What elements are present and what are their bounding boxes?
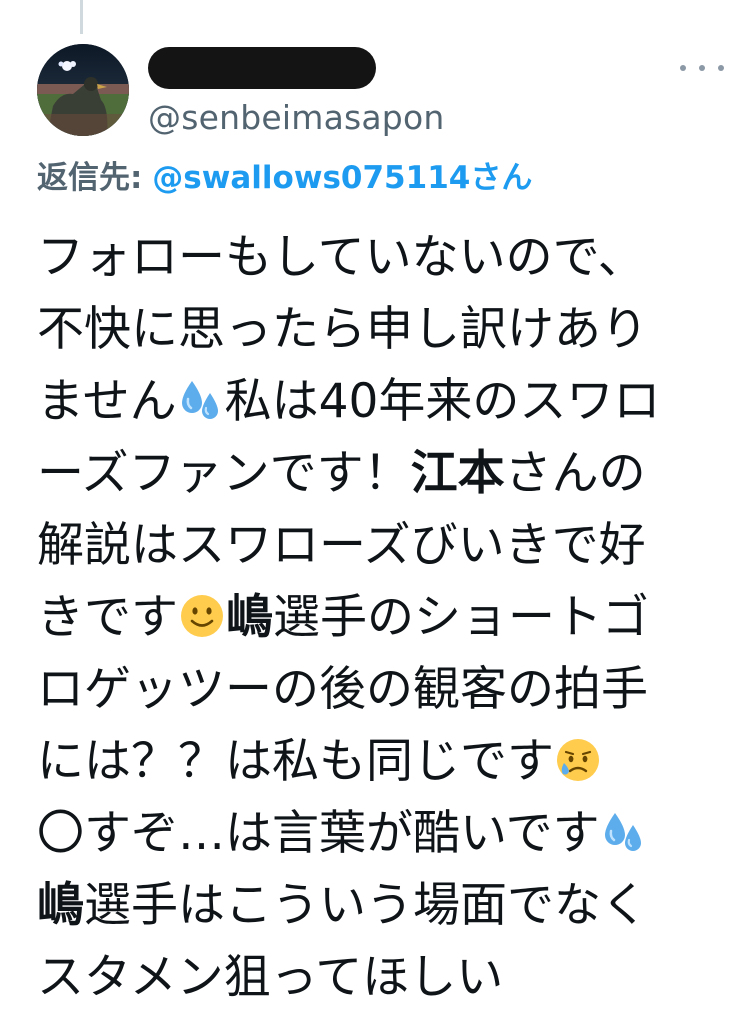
tweet-text-segment: きです (37, 590, 178, 645)
tweet-line: 〇すぞ…は言葉が酷いです (37, 798, 737, 870)
tweet-text-segment: 選手はこういう場面でなく (84, 878, 648, 933)
tweet-text-segment: スタメン狙ってほしい (37, 950, 504, 1005)
more-horizontal-icon[interactable] (680, 56, 724, 80)
avatar[interactable] (37, 44, 129, 136)
tweet-text-bold: 嶋 (37, 878, 84, 933)
tweet-text-segment: ーズファンです！ (37, 446, 411, 501)
tweet-text-segment: には？？は私も同じです (37, 734, 554, 789)
tweet-line: フォローもしていないので、 (37, 222, 737, 294)
tweet-line: には？？は私も同じです (37, 726, 737, 798)
tweet-line: ません 私は40年来のスワロ (37, 366, 737, 438)
more-dot (680, 65, 686, 71)
tweet-line: ーズファンです！江本さんの (37, 438, 737, 510)
tweet-line: スタメン狙ってほしい (37, 942, 737, 1014)
reply-to-mention-link[interactable]: @swallows075114さん (152, 160, 532, 196)
tweet-text-bold: 嶋 (226, 590, 273, 645)
tweet-text-segment: ロゲッツーの後の観客の拍手 (37, 662, 648, 717)
tweet-line: 解説はスワローズびいきで好 (37, 510, 737, 582)
tweet-text-segment: 解説はスワローズびいきで好 (37, 518, 646, 573)
tweet-text-segment: 私は40年来のスワロ (224, 374, 661, 429)
tweet-text-segment: ません (37, 374, 177, 429)
tweet-text-segment: 〇すぞ…は言葉が酷いです (37, 806, 600, 861)
sad-but-relieved-face-icon (555, 737, 601, 783)
tweet-text-segment: さんの (504, 446, 646, 501)
sweat-droplets-icon (601, 809, 647, 855)
reply-to-label: 返信先: (37, 160, 143, 196)
more-dot (699, 65, 705, 71)
tweet-text: フォローもしていないので、 不快に思ったら申し訳けあり ません 私は40年来のスワ… (37, 222, 737, 1014)
tweet-text-bold: 江本 (410, 446, 505, 501)
tweet-text-segment: 選手のショートゴ (273, 590, 649, 645)
reply-to-line: 返信先: @swallows075114さん (37, 158, 532, 198)
display-name-redacted (148, 47, 376, 89)
avatar-photo (37, 44, 129, 136)
slightly-smiling-face-icon (179, 593, 225, 639)
tweet-text-segment: フォローもしていないので、 (37, 230, 645, 285)
tweet-line: 不快に思ったら申し訳けあり (37, 294, 737, 366)
tweet-line: ロゲッツーの後の観客の拍手 (37, 654, 737, 726)
more-dot (718, 65, 724, 71)
tweet-line: 嶋選手はこういう場面でなく (37, 870, 737, 942)
tweet-line: きです 嶋選手のショートゴ (37, 582, 737, 654)
user-handle[interactable]: @senbeimasapon (148, 98, 444, 138)
tweet-text-segment: 不快に思ったら申し訳けあり (37, 302, 648, 357)
sweat-droplets-icon (178, 377, 224, 423)
thread-connector-line (80, 0, 83, 34)
